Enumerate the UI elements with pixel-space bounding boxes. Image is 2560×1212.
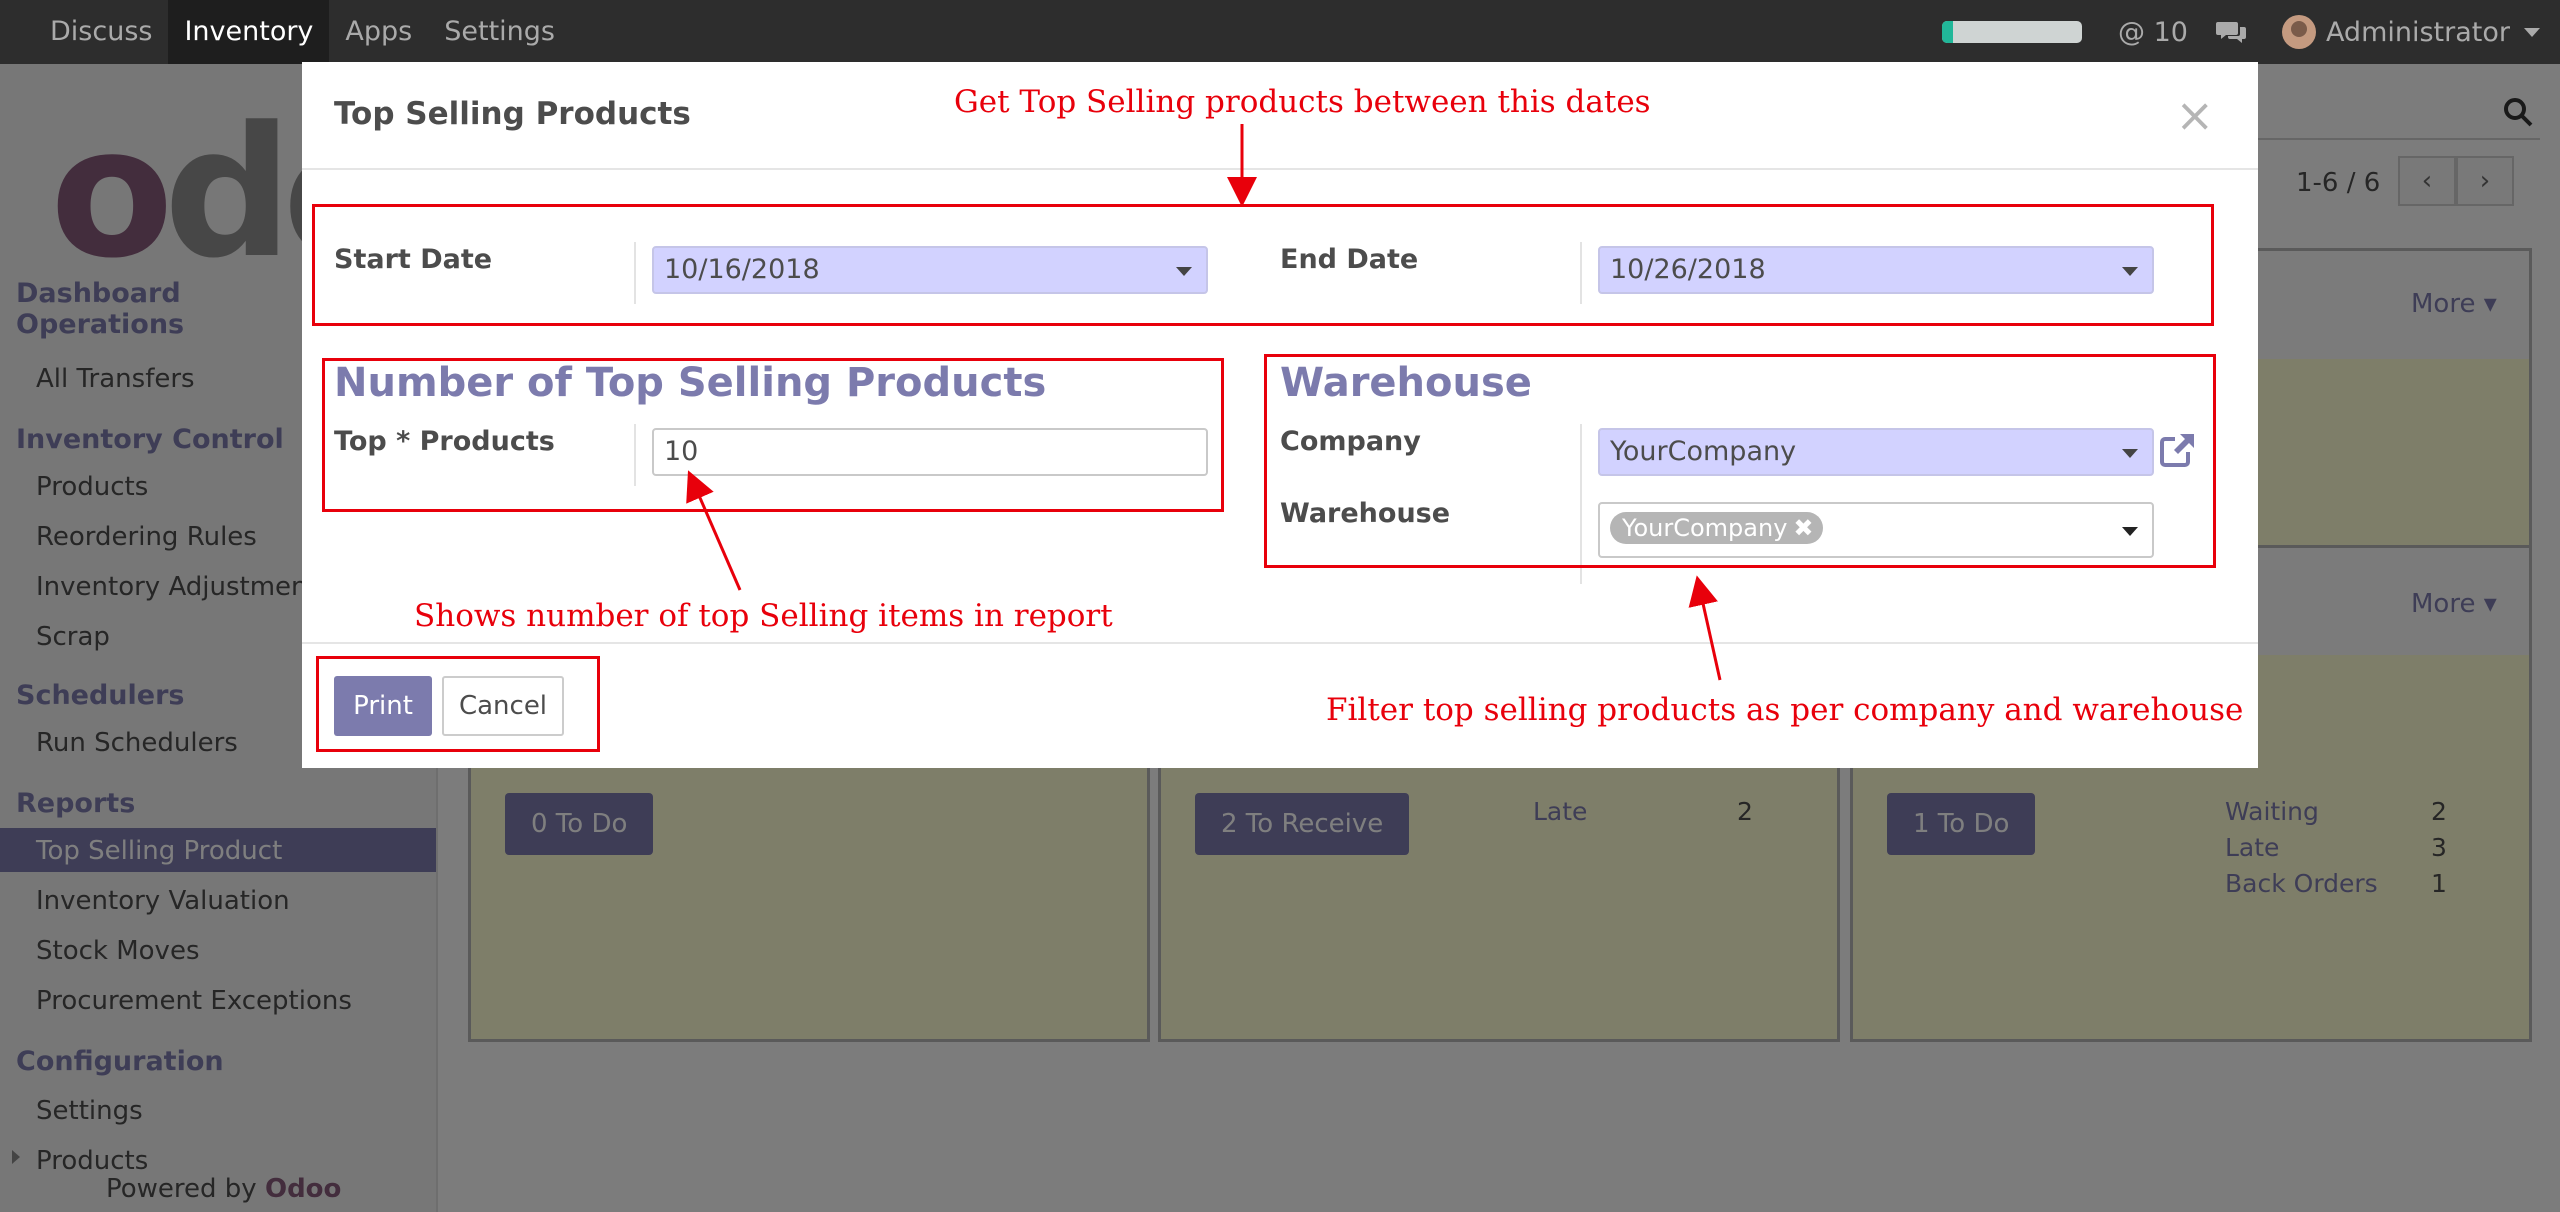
chat-bubbles-icon[interactable] [2215, 19, 2248, 45]
progress-fill [1941, 21, 1954, 43]
user-avatar[interactable] [2281, 15, 2316, 49]
annotation-box-buttons [316, 656, 600, 752]
menu-discuss[interactable]: Discuss [34, 0, 168, 64]
chevron-down-icon[interactable] [2524, 27, 2540, 37]
user-menu-name[interactable]: Administrator [2326, 17, 2510, 48]
annotation-dates-note: Get Top Selling products between this da… [954, 84, 1651, 120]
menu-settings[interactable]: Settings [428, 0, 571, 64]
systray: @ 10 Administrator [1941, 0, 2560, 64]
annotation-box-dates [312, 204, 2214, 326]
activity-progress-bar[interactable] [1941, 21, 2082, 43]
annotation-filter-note: Filter top selling products as per compa… [1326, 692, 2244, 728]
annotation-box-warehouse [1264, 354, 2216, 568]
annotation-box-top-products [322, 358, 1224, 512]
close-icon[interactable]: × [2175, 92, 2214, 138]
menu-apps[interactable]: Apps [329, 0, 428, 64]
modal-title: Top Selling Products [334, 96, 691, 132]
menu-inventory[interactable]: Inventory [168, 0, 330, 64]
annotation-count-note: Shows number of top Selling items in rep… [414, 598, 1113, 634]
mentions-counter[interactable]: @ 10 [2118, 17, 2188, 48]
main-navbar: Discuss Inventory Apps Settings @ 10 Adm… [0, 0, 2560, 64]
